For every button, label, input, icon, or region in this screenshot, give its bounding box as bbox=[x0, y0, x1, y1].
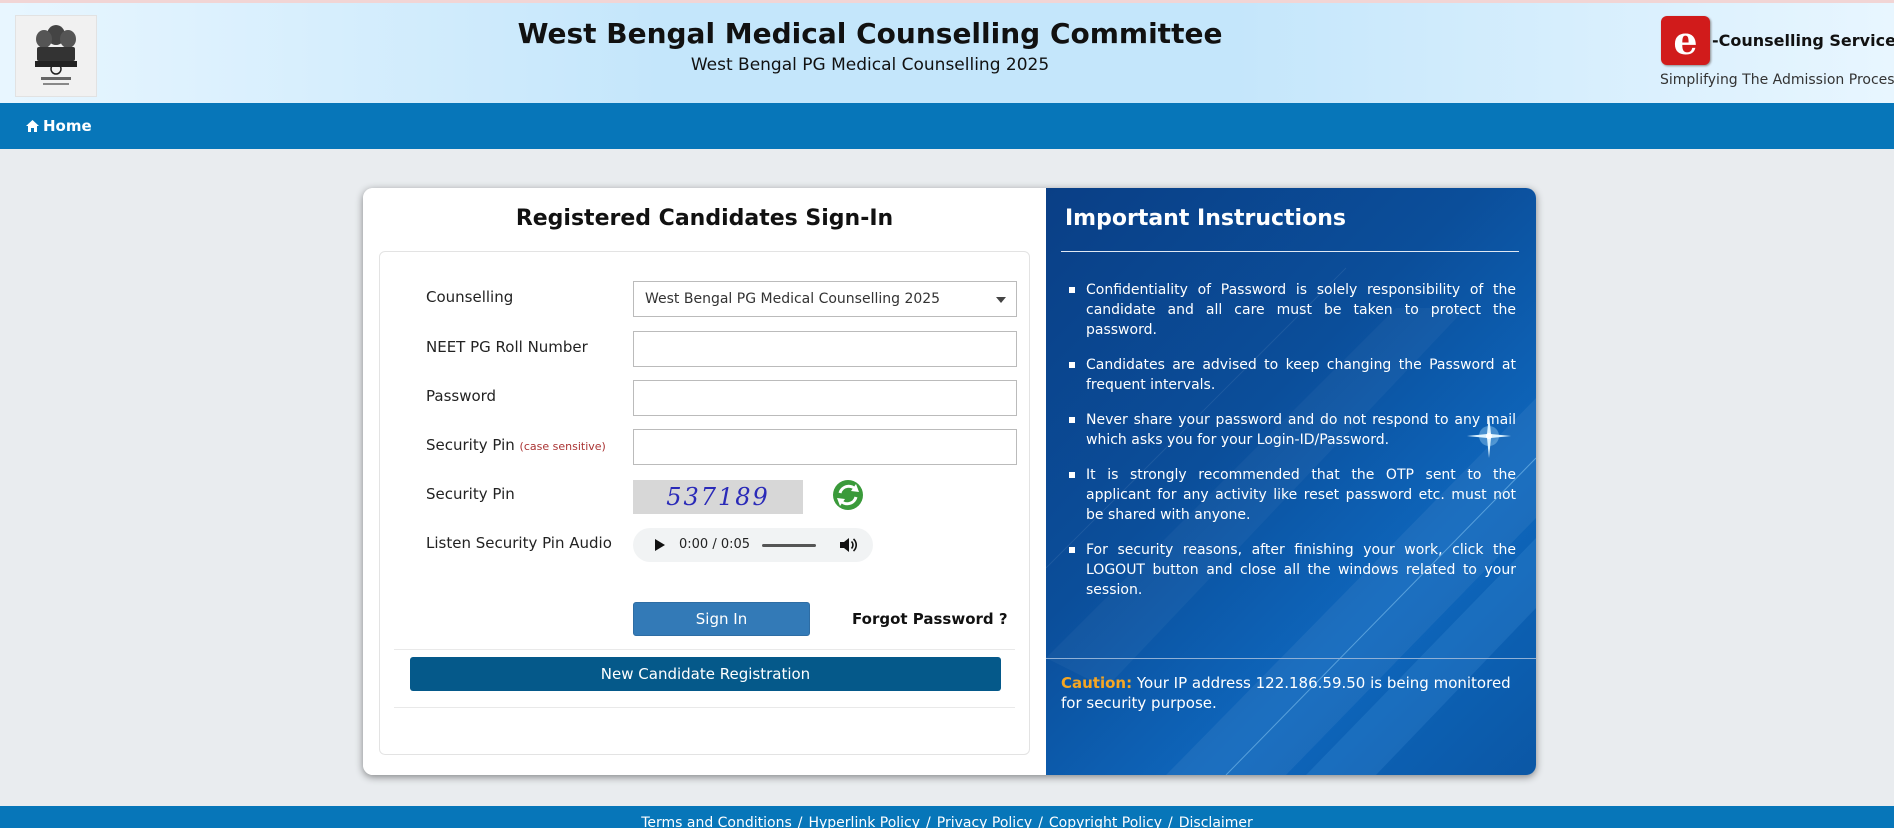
counselling-label: Counselling bbox=[426, 288, 514, 306]
security-pin-image-label: Security Pin bbox=[426, 485, 515, 503]
footer-link-hyperlink-policy[interactable]: Hyperlink Policy bbox=[808, 815, 920, 828]
instruction-item: Candidates are advised to keep changing … bbox=[1066, 355, 1516, 395]
page-subtitle: West Bengal PG Medical Counselling 2025 bbox=[690, 55, 1050, 75]
site-footer: Terms and Conditions / Hyperlink Policy / Pr… bbox=[0, 806, 1894, 828]
refresh-captcha-icon[interactable] bbox=[831, 478, 865, 512]
footer-links: Terms and Conditions / Hyperlink Policy / Pr… bbox=[0, 815, 1894, 828]
footer-link-copyright-policy[interactable]: Copyright Policy bbox=[1049, 815, 1162, 828]
security-pin-label-text: Security Pin bbox=[426, 436, 515, 454]
footer-separator: / bbox=[926, 815, 931, 828]
nav-home-link[interactable]: Home bbox=[26, 117, 92, 135]
footer-separator: / bbox=[1168, 815, 1173, 828]
site-header: West Bengal Medical Counselling Committe… bbox=[0, 0, 1894, 103]
counselling-selected-value: West Bengal PG Medical Counselling 2025 bbox=[645, 291, 941, 307]
instructions-divider bbox=[1061, 251, 1519, 252]
page-title: West Bengal Medical Counselling Committe… bbox=[517, 17, 1223, 50]
caution-notice: Caution: Your IP address 122.186.59.50 i… bbox=[1061, 673, 1521, 713]
forgot-password-link[interactable]: Forgot Password ? bbox=[852, 610, 1008, 628]
signin-title: Registered Candidates Sign-In bbox=[515, 206, 894, 231]
caution-divider bbox=[1046, 658, 1536, 659]
audio-player: 0:00 / 0:05 bbox=[633, 528, 873, 562]
audio-time: 0:00 / 0:05 bbox=[679, 537, 751, 552]
instructions-list: Confidentiality of Password is solely re… bbox=[1066, 280, 1516, 615]
counselling-select[interactable]: West Bengal PG Medical Counselling 2025 bbox=[633, 281, 1017, 317]
roll-number-label: NEET PG Roll Number bbox=[426, 338, 588, 356]
brand-name: -Counselling Services bbox=[1712, 31, 1894, 50]
brand-logo-icon: e bbox=[1661, 16, 1710, 65]
password-input[interactable] bbox=[633, 380, 1017, 416]
instruction-item: Confidentiality of Password is solely re… bbox=[1066, 280, 1516, 340]
footer-separator: / bbox=[797, 815, 803, 828]
dropdown-caret-icon bbox=[996, 297, 1006, 303]
signin-panel: Registered Candidates Sign-In Counsellin… bbox=[363, 188, 1046, 775]
instructions-title: Important Instructions bbox=[1065, 206, 1346, 231]
instructions-panel: Important Instructions Confidentiality o… bbox=[1046, 188, 1536, 775]
audio-pin-label: Listen Security Pin Audio bbox=[426, 534, 612, 552]
instruction-item: For security reasons, after finishing yo… bbox=[1066, 540, 1516, 600]
main-navbar: Home bbox=[0, 103, 1894, 149]
case-sensitive-note: (case sensitive) bbox=[519, 440, 606, 453]
audio-progress-bar[interactable] bbox=[762, 544, 816, 547]
volume-icon[interactable] bbox=[839, 537, 857, 553]
signin-card: Registered Candidates Sign-In Counsellin… bbox=[363, 188, 1536, 775]
roll-number-input[interactable] bbox=[633, 331, 1017, 367]
nav-home-label: Home bbox=[43, 117, 92, 135]
form-divider-bottom bbox=[394, 707, 1015, 708]
security-pin-input[interactable] bbox=[633, 429, 1017, 465]
footer-link-disclaimer[interactable]: Disclaimer bbox=[1179, 815, 1253, 828]
instruction-item: Never share your password and do not res… bbox=[1066, 410, 1516, 450]
password-label: Password bbox=[426, 387, 497, 405]
brand-tagline: Simplifying The Admission Process bbox=[1660, 72, 1894, 88]
play-icon[interactable] bbox=[655, 539, 665, 551]
signin-form: Counselling West Bengal PG Medical Couns… bbox=[379, 251, 1030, 755]
new-registration-button[interactable]: New Candidate Registration bbox=[410, 657, 1001, 691]
footer-link-terms[interactable]: Terms and Conditions bbox=[641, 815, 792, 828]
form-divider bbox=[394, 649, 1015, 650]
caution-label: Caution: bbox=[1061, 674, 1133, 692]
brand-logo-block: e -Counselling Services Simplifying The … bbox=[1660, 15, 1894, 95]
instruction-item: It is strongly recommended that the OTP … bbox=[1066, 465, 1516, 525]
security-pin-label: Security Pin (case sensitive) bbox=[426, 436, 606, 454]
captcha-image: 537189 bbox=[633, 480, 803, 514]
sign-in-button[interactable]: Sign In bbox=[633, 602, 810, 636]
footer-link-privacy-policy[interactable]: Privacy Policy bbox=[937, 815, 1032, 828]
home-icon bbox=[26, 120, 39, 132]
footer-separator: / bbox=[1038, 815, 1043, 828]
